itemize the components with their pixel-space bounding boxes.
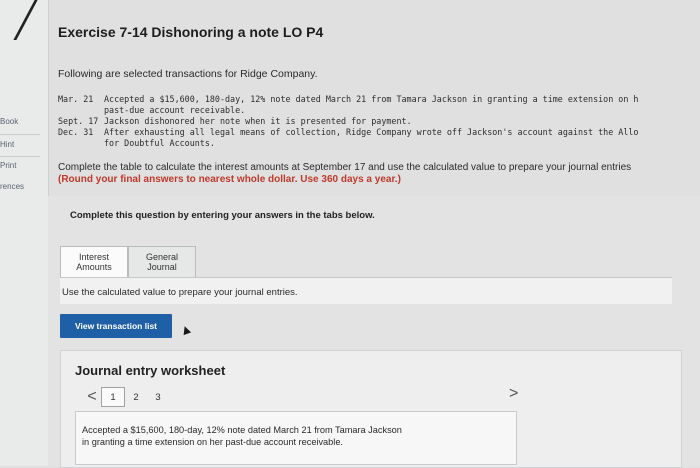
exercise-intro: Following are selected transactions for … (58, 68, 318, 80)
sidebar-item-print[interactable]: Print (0, 161, 16, 170)
view-transaction-list-button[interactable]: View transaction list (60, 314, 172, 338)
chevron-left-icon[interactable]: < (83, 388, 101, 406)
tab-label: Interest (78, 252, 109, 262)
transaction-text: Accepted a $15,600, 180-day, 12% note da… (104, 94, 639, 104)
exercise-title: Exercise 7-14 Dishonoring a note LO P4 (58, 24, 324, 40)
tab-label: General (145, 252, 179, 262)
page-1[interactable]: 1 (101, 387, 125, 407)
tab-label: Journal (147, 262, 177, 272)
tab-instruction-bar: Use the calculated value to prepare your… (60, 277, 672, 304)
transaction-date (58, 138, 104, 149)
transaction-row: for Doubtful Accounts. (58, 138, 700, 149)
chevron-right-icon[interactable]: > (509, 385, 518, 403)
instruction-rounding-note: (Round your final answers to nearest who… (58, 174, 401, 185)
worksheet-description: Accepted a $15,600, 180-day, 12% note da… (75, 411, 517, 465)
question-panel: Complete this question by entering your … (48, 196, 700, 468)
transaction-text: for Doubtful Accounts. (104, 138, 215, 148)
transaction-date: Sept. 17 (58, 116, 99, 126)
worksheet-title: Journal entry worksheet (75, 363, 226, 378)
sidebar-item-references[interactable]: rences (0, 182, 24, 191)
complete-question-text: Complete this question by entering your … (70, 210, 375, 221)
sidebar-item-book[interactable]: Book (0, 117, 18, 126)
mouse-cursor-icon (180, 324, 192, 336)
worksheet-pagination: < 1 2 3 (83, 387, 169, 407)
transaction-date: Mar. 21 (58, 94, 94, 104)
sidebar-divider (0, 156, 40, 157)
page-2[interactable]: 2 (125, 388, 147, 406)
transaction-row: past-due account receivable. (58, 105, 700, 116)
brand-slash-icon (0, 0, 38, 40)
sidebar-divider (0, 134, 40, 135)
transaction-date: Dec. 31 (58, 127, 94, 137)
description-line: Accepted a $15,600, 180-day, 12% note da… (82, 425, 402, 435)
tab-interest-amounts[interactable]: Interest Amounts (60, 246, 128, 278)
question-tabs: Interest Amounts General Journal (60, 246, 196, 278)
description-line: in granting a time extension on her past… (82, 437, 343, 447)
instruction-text: Complete the table to calculate the inte… (58, 162, 632, 173)
left-sidebar: Book Hint Print rences (0, 0, 49, 466)
transactions-list: Mar. 21 Accepted a $15,600, 180-day, 12%… (58, 94, 700, 149)
transaction-date (58, 105, 104, 116)
transaction-row: Dec. 31 After exhausting all legal means… (58, 127, 700, 138)
tab-instruction: Use the calculated value to prepare your… (62, 287, 298, 298)
main-content: Exercise 7-14 Dishonoring a note LO P4 F… (48, 0, 700, 468)
page-3[interactable]: 3 (147, 388, 169, 406)
transaction-row: Sept. 17 Jackson dishonored her note whe… (58, 116, 700, 127)
instructions: Complete the table to calculate the inte… (58, 162, 631, 186)
transaction-row: Mar. 21 Accepted a $15,600, 180-day, 12%… (58, 94, 700, 105)
transaction-text: past-due account receivable. (104, 105, 246, 115)
transaction-text: Jackson dishonored her note when it is p… (104, 116, 412, 126)
transaction-text: After exhausting all legal means of coll… (104, 127, 639, 137)
tab-general-journal[interactable]: General Journal (128, 246, 196, 278)
journal-entry-worksheet: Journal entry worksheet < 1 2 3 > Accept… (60, 350, 682, 468)
sidebar-item-hint[interactable]: Hint (0, 140, 14, 149)
tab-label: Amounts (76, 262, 112, 272)
